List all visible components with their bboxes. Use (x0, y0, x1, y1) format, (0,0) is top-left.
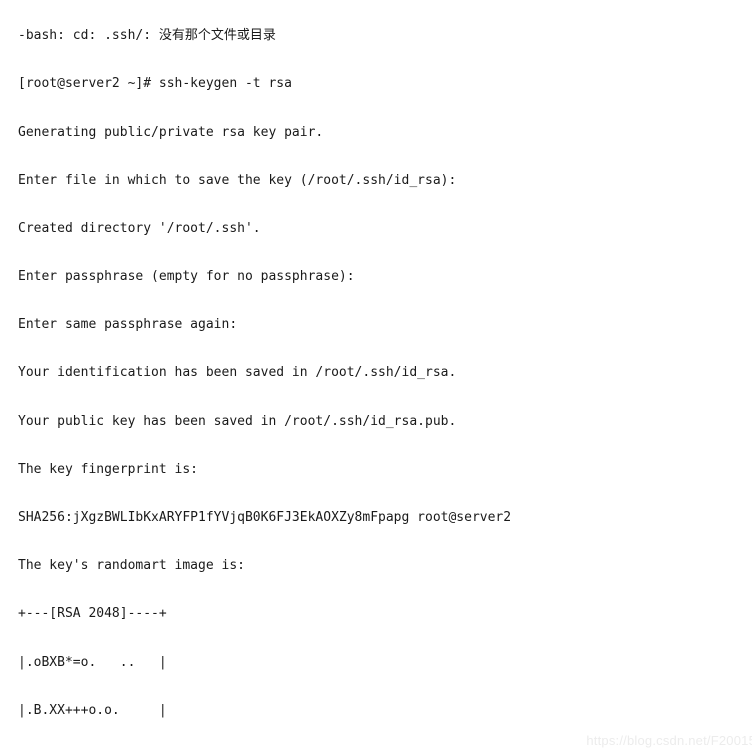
terminal-line: The key fingerprint is: (18, 461, 199, 477)
terminal-line: Generating public/private rsa key pair. (18, 124, 324, 140)
terminal-line: Created directory '/root/.ssh'. (18, 220, 261, 236)
terminal-line: Your identification has been saved in /r… (18, 365, 457, 381)
terminal-line: Your public key has been saved in /root/… (18, 413, 457, 429)
terminal-line-prompt: [root@server2 ~]# ssh-keygen -t rsa (18, 76, 292, 92)
watermark-url: https://blog.csdn.net/F20015 (586, 732, 752, 748)
randomart-row: |.B.XX+++o.o. | (18, 702, 167, 718)
terminal-output: -bash: cd: .ssh/: 没有那个文件或目录 [root@server… (18, 0, 516, 751)
terminal-line-fingerprint: SHA256:jXgzBWLIbKxARYFP1fYVjqB0K6FJ3EkAO… (18, 510, 512, 525)
terminal-window[interactable]: -bash: cd: .ssh/: 没有那个文件或目录 [root@server… (0, 0, 752, 751)
terminal-line: Enter passphrase (empty for no passphras… (18, 269, 355, 285)
randomart-row: |.oBXB*=o. .. | (18, 654, 167, 670)
terminal-line: Enter file in which to save the key (/ro… (18, 172, 457, 188)
terminal-line: -bash: cd: .ssh/: 没有那个文件或目录 (18, 28, 276, 44)
randomart-top-border: +---[RSA 2048]----+ (18, 606, 167, 622)
terminal-line: The key's randomart image is: (18, 558, 245, 574)
terminal-line: Enter same passphrase again: (18, 317, 238, 333)
